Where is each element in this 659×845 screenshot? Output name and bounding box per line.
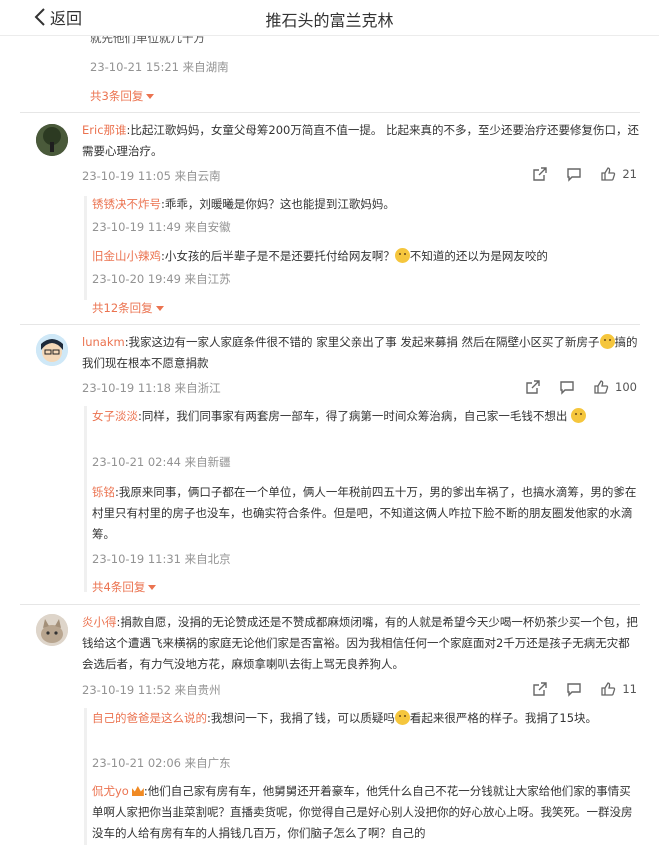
expand-replies-button[interactable]: 共12条回复 bbox=[92, 300, 164, 316]
reply-author[interactable]: 侃尤yo bbox=[92, 784, 129, 798]
like-count: 21 bbox=[622, 167, 637, 181]
expand-replies-button[interactable]: 共3条回复 bbox=[90, 88, 155, 104]
expand-replies-button[interactable]: 共4条回复 bbox=[92, 579, 157, 595]
like-count: 11 bbox=[622, 682, 637, 696]
emoji-icon bbox=[571, 408, 587, 423]
divider bbox=[20, 324, 640, 325]
avatar[interactable] bbox=[36, 614, 68, 646]
share-button[interactable] bbox=[532, 681, 548, 697]
thumb-up-icon bbox=[601, 167, 616, 181]
comment-body: Eric那谁:比起江歌妈妈，女童父母筹200万简直不值一提。 比起来真的不多，至… bbox=[82, 123, 639, 158]
caret-down-icon bbox=[155, 305, 164, 311]
top-bar: 返回 推石头的富兰克林 bbox=[0, 0, 659, 36]
reply-body: 侃尤yo:他们自己家有房有车，他舅舅还开着豪车，他凭什么自己不花一分钱就让大家给… bbox=[92, 784, 633, 840]
reply-time: 23-10-21 02:06 来自广东 bbox=[92, 756, 231, 770]
reply-body: 旧金山小辣鸡:小女孩的后半辈子是不是还要托付给网友啊？ 不知道的还以为是网友咬的 bbox=[92, 248, 548, 263]
crown-icon bbox=[131, 786, 144, 796]
share-icon bbox=[526, 380, 540, 394]
page-title: 推石头的富兰克林 bbox=[265, 11, 394, 30]
reply-author[interactable]: 锈锈决不炸号 bbox=[92, 197, 161, 211]
share-icon bbox=[533, 682, 548, 696]
divider bbox=[20, 604, 640, 605]
reply-author[interactable]: 铄铭 bbox=[92, 485, 115, 499]
comment-actions: 21 bbox=[514, 166, 637, 182]
like-count: 100 bbox=[615, 380, 637, 394]
comment-time: 23-10-19 11:52 来自贵州 bbox=[82, 683, 221, 697]
like-button[interactable]: 21 bbox=[600, 166, 637, 182]
comment-time: 23-10-21 15:21 来自湖南 bbox=[90, 60, 229, 74]
comment-icon bbox=[567, 168, 582, 182]
thumb-up-icon bbox=[601, 682, 616, 696]
caret-down-icon bbox=[146, 93, 155, 99]
comment-button[interactable] bbox=[566, 166, 582, 182]
reply-author[interactable]: 女子淡淡 bbox=[92, 409, 138, 423]
avatar[interactable] bbox=[36, 124, 68, 156]
share-icon bbox=[533, 167, 548, 181]
comment-author[interactable]: 炎小得 bbox=[82, 615, 117, 629]
reply-time: 23-10-21 02:44 来自新疆 bbox=[92, 455, 231, 469]
reply-time: 23-10-20 19:49 来自江苏 bbox=[92, 272, 231, 286]
emoji-icon bbox=[599, 334, 615, 349]
comment-time: 23-10-19 11:18 来自浙江 bbox=[82, 381, 221, 395]
comment-actions: 100 bbox=[507, 379, 637, 395]
comment-button[interactable] bbox=[566, 681, 582, 697]
comment-icon bbox=[560, 381, 574, 395]
emoji-icon bbox=[394, 710, 410, 725]
comment-icon bbox=[567, 683, 582, 697]
reply-body: 铄铭:我原来同事，俩口子都在一个单位，俩人一年税前四五十万，男的爹出车祸了，也搞… bbox=[92, 485, 637, 541]
share-button[interactable] bbox=[532, 166, 548, 182]
comment-body: lunakm:我家这边有一家人家庭条件很不错的 家里父亲出了事 发起来募捐 然后… bbox=[82, 334, 638, 370]
reply-time: 23-10-19 11:31 来自北京 bbox=[92, 552, 231, 566]
comment-time: 23-10-19 11:05 来自云南 bbox=[82, 169, 221, 183]
reply-body: 锈锈决不炸号:乖乖，刘暖曦是你妈？这也能提到江歌妈妈。 bbox=[92, 197, 395, 211]
like-button[interactable]: 100 bbox=[593, 379, 637, 395]
divider bbox=[20, 112, 640, 113]
reply-body: 女子淡淡:同样，我们同事家有两套房一部车，得了病第一时间众筹治病，自己家一毛钱不… bbox=[92, 406, 640, 427]
reply-indicator bbox=[84, 708, 87, 845]
thumb-up-icon bbox=[594, 380, 609, 394]
reply-author[interactable]: 自己的爸爸是这么说的 bbox=[92, 711, 207, 725]
emoji-icon bbox=[394, 248, 410, 263]
reply-time: 23-10-19 11:49 来自安徽 bbox=[92, 220, 231, 234]
cartoon-avatar-icon bbox=[36, 334, 68, 366]
comment-feed: 就先他们单位就几十万 23-10-21 15:21 来自湖南 共3条回复 Eri… bbox=[0, 36, 659, 845]
comment-body: 炎小得:捐款自愿，没捐的无论赞成还是不赞成都麻烦闭嘴，有的人就是希望今天少喝一杯… bbox=[82, 615, 638, 671]
avatar[interactable] bbox=[36, 334, 68, 366]
reply-author[interactable]: 旧金山小辣鸡 bbox=[92, 249, 161, 263]
reply-indicator bbox=[84, 196, 87, 300]
like-button[interactable]: 11 bbox=[600, 681, 637, 697]
tree-avatar-icon bbox=[36, 124, 68, 156]
comment-author[interactable]: Eric那谁 bbox=[82, 123, 127, 137]
caret-down-icon bbox=[148, 584, 157, 590]
comment-author[interactable]: lunakm bbox=[82, 335, 125, 349]
reply-body: 自己的爸爸是这么说的:我想问一下，我捐了钱，可以质疑吗 看起来很严格的样子。我捐了… bbox=[92, 710, 598, 725]
comment-button[interactable] bbox=[559, 379, 575, 395]
comment-actions: 11 bbox=[514, 681, 637, 697]
comment-text: 就先他们单位就几十万 bbox=[90, 36, 205, 45]
reply-indicator bbox=[84, 406, 87, 592]
share-button[interactable] bbox=[525, 379, 541, 395]
cat-avatar-icon bbox=[36, 614, 68, 646]
